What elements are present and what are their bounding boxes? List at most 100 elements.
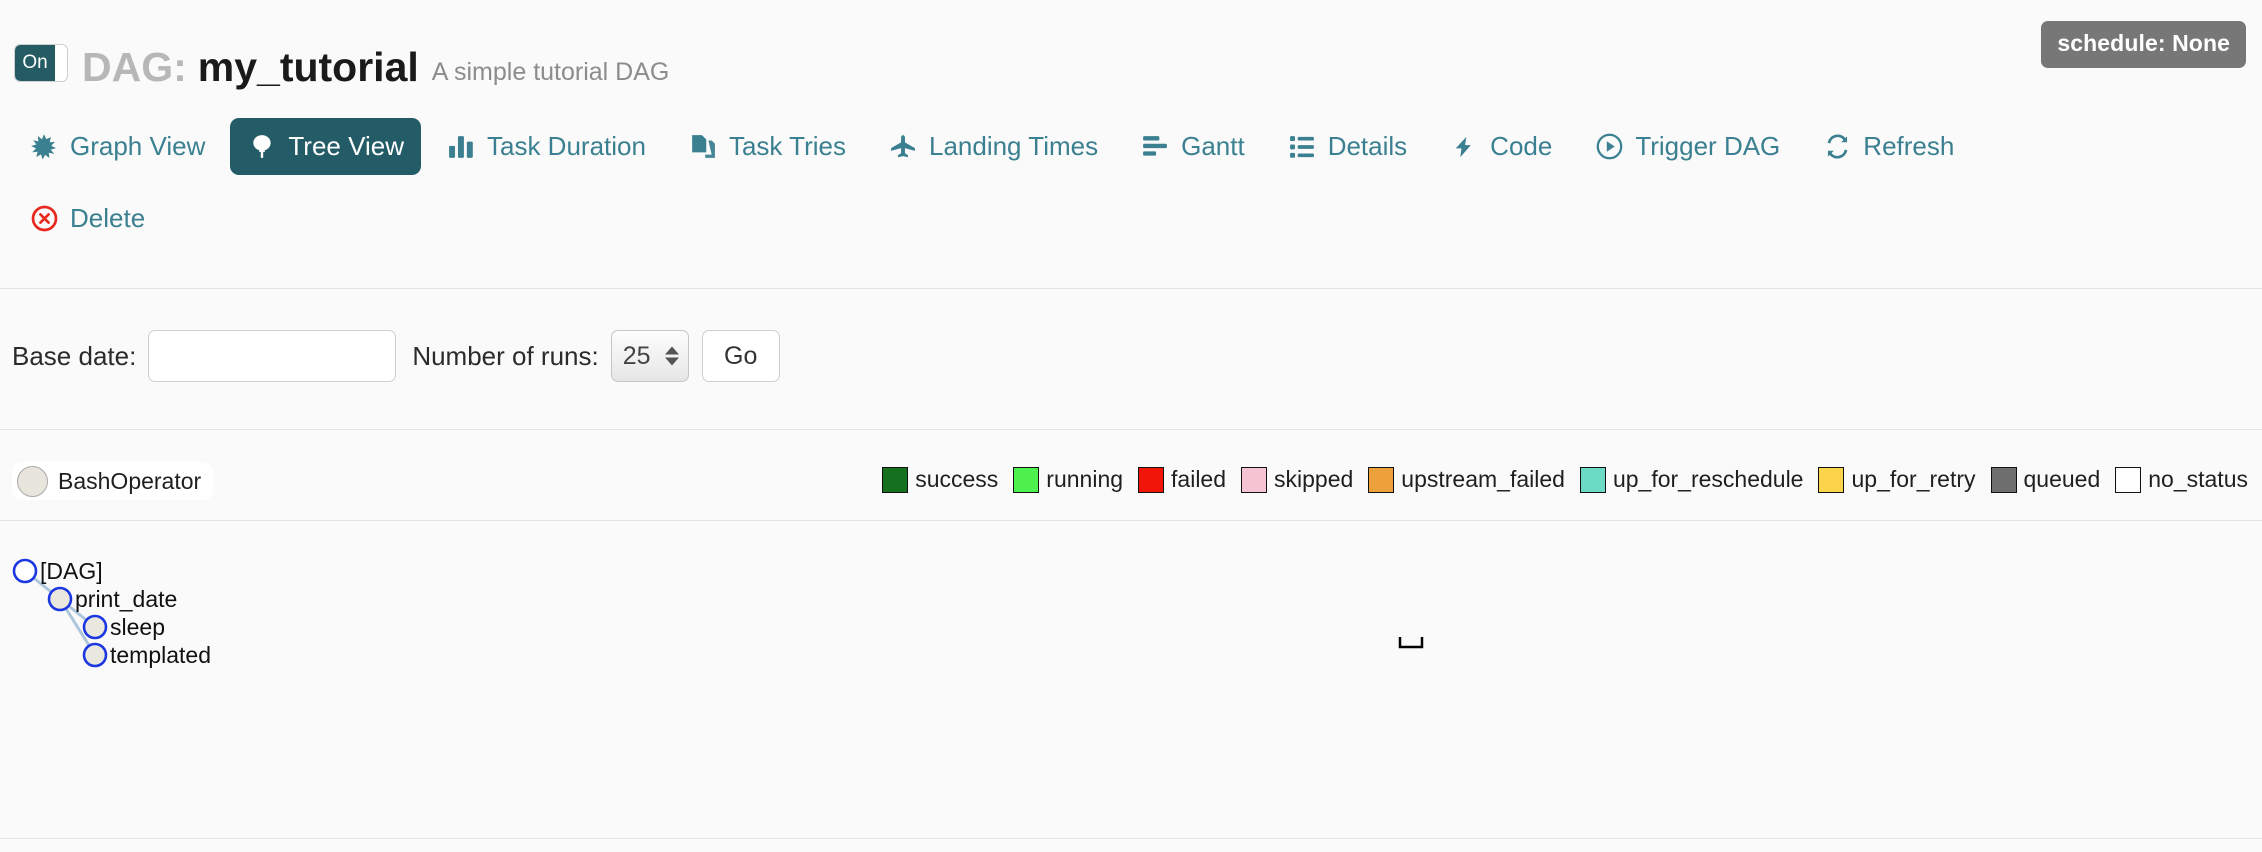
divider-top — [0, 288, 2262, 289]
legend-label: running — [1046, 466, 1124, 492]
legend-swatch — [1818, 466, 1845, 493]
tree-node[interactable]: templated — [82, 642, 211, 668]
operator-legend-bashoperator: BashOperator — [12, 462, 214, 500]
legend-swatch — [1990, 466, 2017, 493]
legend-swatch — [882, 466, 909, 493]
tab-label: Code — [1490, 131, 1553, 161]
legend-label: success — [915, 466, 999, 492]
legend-label: failed — [1171, 466, 1227, 492]
tree-node-circle[interactable] — [47, 586, 73, 612]
tab-trigger-dag[interactable]: Trigger DAG — [1577, 118, 1797, 175]
tab-refresh[interactable]: Refresh — [1805, 118, 1971, 175]
legend-item: no_status — [2115, 466, 2248, 493]
operator-label: BashOperator — [58, 467, 202, 494]
tab-label: Details — [1327, 131, 1408, 161]
divider-legend — [0, 520, 2262, 521]
tree-graph-svg[interactable]: [DAG]print_datesleeptemplated — [0, 535, 2262, 838]
dag-action-row: Delete — [12, 190, 170, 247]
tab-label: Refresh — [1863, 131, 1955, 161]
tab-label: Task Duration — [486, 131, 646, 161]
dag-prefix-label: DAG: — [82, 44, 187, 90]
schedule-badge: schedule: None — [2041, 21, 2246, 68]
base-date-label: Base date: — [12, 340, 137, 371]
bar-chart-icon — [446, 132, 476, 162]
tree-node-circle[interactable] — [82, 614, 108, 640]
legend-label: queued — [2023, 466, 2101, 492]
legend-item: up_for_reschedule — [1579, 466, 1804, 493]
legend-item: running — [1013, 466, 1123, 493]
dag-tree-view-page: schedule: None On DAG: my_tutorial A sim… — [0, 0, 2262, 852]
base-date-input[interactable] — [148, 330, 397, 382]
legend-swatch — [1241, 466, 1268, 493]
delete-dag-button[interactable]: Delete — [12, 190, 162, 247]
tab-label: Trigger DAG — [1635, 131, 1781, 161]
dag-pause-toggle[interactable]: On — [14, 44, 68, 82]
lightning-bolt-icon — [1449, 132, 1479, 162]
sync-icon — [1822, 132, 1852, 162]
file-copy-icon — [688, 132, 718, 162]
tab-label: Task Tries — [728, 131, 846, 161]
tree-graph: [DAG] print_date sleep templated — [0, 535, 2262, 838]
number-of-runs-stepper[interactable]: 25 — [610, 330, 689, 382]
tree-controls: Base date: Number of runs: 25 Go — [12, 330, 780, 382]
legend-swatch — [2115, 466, 2142, 493]
legend-item: up_for_retry — [1818, 466, 1976, 493]
play-circle-icon — [1594, 132, 1624, 162]
tree-node[interactable]: sleep — [82, 614, 165, 640]
number-of-runs-label: Number of runs: — [412, 340, 599, 371]
tree-node-label: print_date — [75, 586, 177, 612]
tab-label: Gantt — [1181, 131, 1245, 161]
tree-node-label: [DAG] — [40, 558, 103, 584]
asterisk-icon — [29, 132, 59, 162]
dag-title-row: On DAG: my_tutorial A simple tutorial DA… — [14, 44, 669, 88]
dag-nav-tabs: Graph View Tree View Task Duration Task … — [12, 118, 2250, 175]
legend-label: no_status — [2148, 466, 2248, 492]
legend-swatch — [1579, 466, 1606, 493]
tab-task-tries[interactable]: Task Tries — [671, 118, 863, 175]
tab-code[interactable]: Code — [1432, 118, 1569, 175]
number-of-runs-value: 25 — [622, 341, 651, 370]
status-legend: success running failed skipped upstream_fail… — [882, 466, 2248, 493]
tab-graph-view[interactable]: Graph View — [12, 118, 222, 175]
tab-label: Graph View — [70, 131, 206, 161]
tree-node-circle[interactable] — [12, 558, 38, 584]
legend-swatch — [1013, 466, 1040, 493]
tree-node-circle[interactable] — [82, 642, 108, 668]
legend-swatch — [1138, 466, 1165, 493]
operator-circle-icon — [17, 465, 48, 497]
legend-item: upstream_failed — [1368, 466, 1565, 493]
delete-circle-icon — [29, 204, 59, 234]
divider-controls — [0, 429, 2262, 430]
align-left-icon — [1140, 132, 1170, 162]
tree-node[interactable]: [DAG] — [12, 558, 103, 584]
tab-details[interactable]: Details — [1270, 118, 1424, 175]
legend-item: failed — [1138, 466, 1226, 493]
tree-node[interactable]: print_date — [47, 586, 177, 612]
legend-label: upstream_failed — [1401, 466, 1565, 492]
divider-bottom — [0, 838, 2262, 839]
tab-task-duration[interactable]: Task Duration — [429, 118, 663, 175]
stepper-arrows-icon[interactable] — [664, 346, 679, 366]
plane-icon — [888, 132, 918, 162]
tab-label: Landing Times — [928, 131, 1099, 161]
legend-item: queued — [1990, 466, 2101, 493]
tab-tree-view[interactable]: Tree View — [230, 118, 421, 175]
dag-description: A simple tutorial DAG — [431, 58, 670, 86]
list-icon — [1287, 132, 1317, 162]
legend-label: up_for_retry — [1851, 466, 1976, 492]
tree-node-label: sleep — [110, 614, 165, 640]
tree-icon — [247, 132, 277, 162]
go-button[interactable]: Go — [701, 330, 780, 382]
delete-label: Delete — [70, 203, 146, 233]
legend-swatch — [1368, 466, 1395, 493]
tree-node-label: templated — [110, 642, 211, 668]
tab-landing-times[interactable]: Landing Times — [871, 118, 1115, 175]
legend-label: up_for_reschedule — [1612, 466, 1804, 492]
legend-item: skipped — [1241, 466, 1353, 493]
legend-label: skipped — [1274, 466, 1354, 492]
axis-tick-mark — [1398, 637, 1424, 649]
tab-label: Tree View — [288, 131, 404, 161]
legend-item: success — [882, 466, 998, 493]
page-title: my_tutorial — [197, 44, 419, 90]
tab-gantt[interactable]: Gantt — [1123, 118, 1262, 175]
